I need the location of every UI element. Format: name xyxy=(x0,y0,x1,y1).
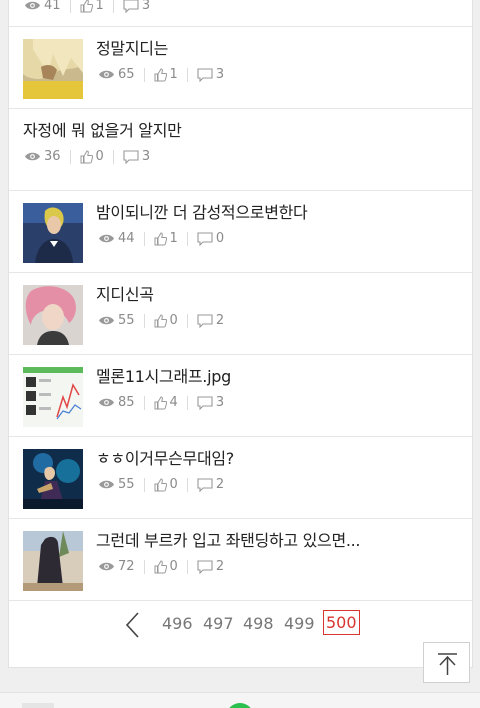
post-thumbnail xyxy=(23,285,83,345)
pink-hair-image xyxy=(23,285,83,345)
list-item[interactable]: 41 1 3 xyxy=(9,0,472,27)
stage-blue-image xyxy=(23,449,83,509)
post-title: 그런데 부르카 입고 좌탠딩하고 있으면... xyxy=(96,531,361,550)
like-count: 1 xyxy=(80,0,104,13)
eye-icon xyxy=(99,562,114,571)
comment-count: 3 xyxy=(123,0,150,13)
post-title: 멜론11시그래프.jpg xyxy=(96,367,231,386)
post-title: 지디신곡 xyxy=(96,285,154,304)
thumbs-up-icon xyxy=(154,395,167,409)
post-title: 자정에 뭐 없을거 알지만 xyxy=(23,121,182,140)
list-item[interactable]: 멜론11시그래프.jpg 85 4 3 xyxy=(9,355,472,437)
post-meta: 55 0 2 xyxy=(98,477,224,492)
post-meta: 36 0 3 xyxy=(24,149,150,164)
blonde-hair-image xyxy=(23,39,83,99)
list-item[interactable]: 그런데 부르카 입고 좌탠딩하고 있으면... 72 0 2 xyxy=(9,519,472,601)
page-link-497[interactable]: 497 xyxy=(203,614,234,633)
page-link-496[interactable]: 496 xyxy=(162,614,193,633)
post-title: 정말지디는 xyxy=(96,39,169,58)
post-thumbnail xyxy=(23,531,83,591)
thumbs-up-icon xyxy=(154,67,167,81)
post-list-card: 41 1 3 정말지디는 65 1 3 자정에 뭐 없을거 알지만 36 0 3… xyxy=(8,0,473,668)
post-meta: 44 1 0 xyxy=(98,231,224,246)
bottom-nav-action[interactable] xyxy=(226,703,254,708)
view-count: 41 xyxy=(24,0,61,13)
chevron-left-icon xyxy=(125,612,139,638)
post-meta: 85 4 3 xyxy=(98,395,224,410)
prev-page-button[interactable] xyxy=(123,610,143,640)
post-thumbnail xyxy=(23,39,83,99)
post-meta: 41 1 3 xyxy=(24,0,150,13)
thumbs-up-icon xyxy=(80,149,93,163)
page-link-499[interactable]: 499 xyxy=(284,614,315,633)
eye-icon xyxy=(99,316,114,325)
list-item[interactable]: 지디신곡 55 0 2 xyxy=(9,273,472,355)
post-thumbnail xyxy=(23,203,83,263)
scroll-top-button[interactable] xyxy=(423,642,470,683)
post-thumbnail xyxy=(23,449,83,509)
list-item[interactable]: 자정에 뭐 없을거 알지만 36 0 3 xyxy=(9,109,472,191)
list-item[interactable]: 밤이되니깐 더 감성적으로변한다 44 1 0 xyxy=(9,191,472,273)
thumbs-up-icon xyxy=(154,313,167,327)
list-item[interactable]: 정말지디는 65 1 3 xyxy=(9,27,472,109)
list-item[interactable]: ㅎㅎ이거무슨무대임? 55 0 2 xyxy=(9,437,472,519)
comment-icon xyxy=(197,313,213,328)
thumbs-up-icon xyxy=(154,559,167,573)
scroll-top-icon xyxy=(438,653,457,675)
thumbs-up-icon xyxy=(154,477,167,491)
comment-icon xyxy=(197,231,213,246)
comment-icon xyxy=(123,149,139,164)
eye-icon xyxy=(99,70,114,79)
bottom-nav-item[interactable] xyxy=(22,703,54,708)
comment-icon xyxy=(197,559,213,574)
comment-icon xyxy=(123,0,139,13)
thumbs-up-icon xyxy=(154,231,167,245)
comment-icon xyxy=(197,395,213,410)
stage-portrait-image xyxy=(23,203,83,263)
page-link-current[interactable]: 500 xyxy=(323,610,360,635)
page-link-498[interactable]: 498 xyxy=(243,614,274,633)
post-meta: 72 0 2 xyxy=(98,559,224,574)
post-meta: 55 0 2 xyxy=(98,313,224,328)
bottom-nav-bar xyxy=(0,692,480,708)
eye-icon xyxy=(99,234,114,243)
eye-icon xyxy=(25,1,40,10)
burqa-image xyxy=(23,531,83,591)
eye-icon xyxy=(99,398,114,407)
chart-screenshot-image xyxy=(23,367,83,427)
post-meta: 65 1 3 xyxy=(98,67,224,82)
post-title: 밤이되니깐 더 감성적으로변한다 xyxy=(96,203,308,222)
post-thumbnail xyxy=(23,367,83,427)
thumbs-up-icon xyxy=(80,0,93,12)
post-title: ㅎㅎ이거무슨무대임? xyxy=(96,449,234,468)
comment-icon xyxy=(197,67,213,82)
eye-icon xyxy=(25,152,40,161)
comment-icon xyxy=(197,477,213,492)
eye-icon xyxy=(99,480,114,489)
pagination: 496 497 498 499 500 xyxy=(9,608,472,644)
